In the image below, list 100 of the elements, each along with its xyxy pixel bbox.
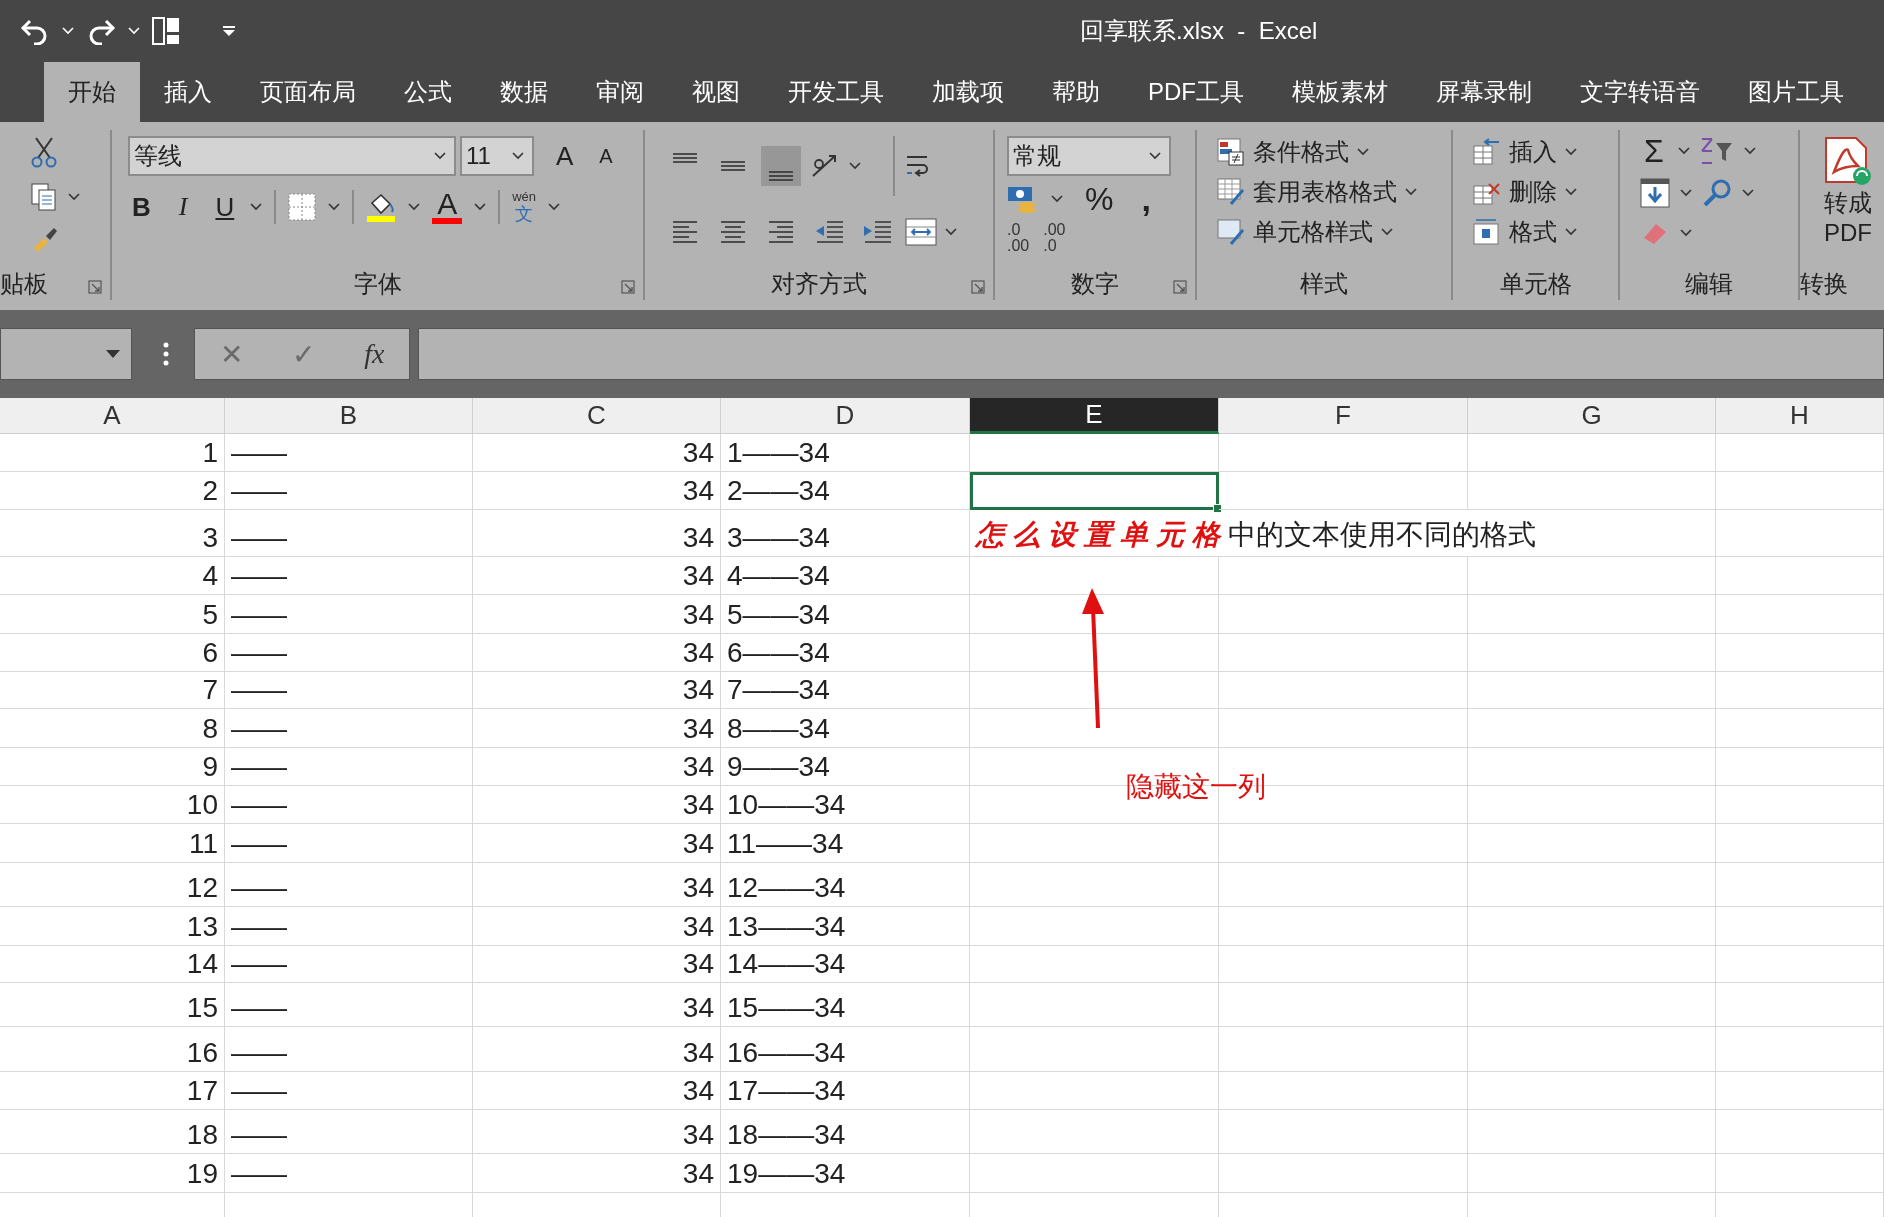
caret-icon[interactable] [1405, 188, 1417, 196]
group-label: 编辑 [1685, 269, 1733, 299]
caret-icon[interactable] [1677, 147, 1690, 155]
caret-icon[interactable] [1565, 188, 1577, 196]
table-cell: —— [225, 1027, 473, 1072]
bold-button[interactable]: B [128, 192, 155, 222]
column-header[interactable]: B [225, 398, 473, 434]
decrease-decimal-button[interactable]: .00 .0 [1043, 222, 1066, 254]
dialog-launcher-icon[interactable] [971, 280, 985, 294]
ribbon-tab[interactable]: 文字转语音 [1556, 62, 1724, 122]
ribbon-tab[interactable]: 公式 [380, 62, 476, 122]
convert-to-pdf-button[interactable]: 转成 PDF [1824, 188, 1884, 248]
dialog-launcher-icon[interactable] [1173, 280, 1187, 294]
ribbon-tab[interactable]: 开始 [44, 62, 140, 122]
caret-icon[interactable] [434, 152, 446, 160]
ribbon-tab[interactable]: 插入 [140, 62, 236, 122]
column-header[interactable]: D [721, 398, 970, 434]
ribbon-tab[interactable]: 屏幕录制 [1412, 62, 1556, 122]
caret-icon[interactable] [548, 203, 561, 211]
caret-icon[interactable] [1742, 189, 1754, 197]
caret-icon[interactable] [512, 152, 524, 160]
comma-style-button[interactable]: , [1137, 184, 1155, 214]
annotation-text: 隐藏这一列 [1126, 770, 1266, 804]
caret-icon[interactable] [1565, 228, 1577, 236]
customize-icon[interactable] [222, 25, 236, 37]
dialog-launcher-icon[interactable] [88, 280, 102, 294]
name-box[interactable] [0, 328, 132, 380]
caret-icon[interactable] [68, 193, 80, 201]
cells-menu-button[interactable]: 删除 [1473, 176, 1608, 208]
column-header[interactable]: F [1219, 398, 1468, 434]
style-menu-button[interactable]: 单元格样式 [1217, 216, 1441, 248]
font-color-button[interactable]: A [432, 190, 463, 224]
ribbon-tab[interactable]: PDF工具 [1124, 62, 1268, 122]
ribbon-tab[interactable]: 审阅 [572, 62, 668, 122]
ribbon-tab[interactable]: 模板素材 [1268, 62, 1412, 122]
caret-icon[interactable] [945, 228, 957, 236]
more-options-icon[interactable] [162, 342, 170, 366]
table-cell: 17——34 [721, 1072, 970, 1110]
column-header[interactable]: G [1468, 398, 1716, 434]
caret-icon[interactable] [105, 349, 121, 359]
dialog-launcher-icon[interactable] [621, 280, 635, 294]
currency-icon[interactable] [1007, 185, 1039, 213]
table-format-icon [1217, 178, 1245, 206]
caret-icon[interactable] [1357, 148, 1369, 156]
table-cell: —— [225, 863, 473, 907]
ribbon-tab[interactable]: 图片工具 [1724, 62, 1868, 122]
style-menu-button[interactable]: 条件格式 [1217, 136, 1441, 168]
layout-icon[interactable] [152, 17, 180, 45]
column-header[interactable]: A [0, 398, 225, 434]
italic-button[interactable]: I [174, 192, 192, 222]
caret-icon[interactable] [1680, 229, 1692, 237]
borders-icon[interactable] [288, 193, 317, 221]
column-header[interactable]: H [1716, 398, 1884, 434]
caret-icon[interactable] [1149, 152, 1161, 160]
caret-icon[interactable] [408, 203, 421, 211]
increase-decimal-button[interactable]: .0 .00 [1007, 222, 1030, 254]
align-bottom-icon[interactable] [761, 146, 801, 186]
table-cell: 34 [473, 1027, 721, 1072]
caret-icon[interactable] [1051, 195, 1063, 203]
percent-style-button[interactable]: % [1081, 184, 1118, 214]
cells-menu-button[interactable]: 格式 [1473, 216, 1608, 248]
caret-icon[interactable] [1743, 147, 1756, 155]
cells-menu-button[interactable]: 插入 [1473, 136, 1608, 168]
pdf-document-icon[interactable] [1824, 136, 1872, 186]
merge-center-icon[interactable] [905, 218, 937, 246]
style-menu-button[interactable]: 套用表格格式 [1217, 176, 1441, 208]
ribbon-tab[interactable]: 页面布局 [236, 62, 380, 122]
font-size-field[interactable]: 11 [460, 136, 534, 176]
ribbon-tab[interactable]: 帮助 [1028, 62, 1124, 122]
fill-down-icon[interactable] [1640, 178, 1670, 208]
search-icon[interactable] [1702, 178, 1732, 208]
caret-icon[interactable] [1381, 228, 1393, 236]
number-format-field[interactable]: 常规 [1007, 136, 1171, 176]
ribbon-tab[interactable]: 开发工具 [764, 62, 908, 122]
sort-filter-icon[interactable] [1699, 137, 1734, 165]
active-cell[interactable] [970, 472, 1219, 510]
table-cell: 34 [473, 983, 721, 1027]
caret-icon[interactable] [1565, 148, 1577, 156]
autosum-button[interactable]: Σ [1640, 136, 1668, 166]
table-cell: 34 [473, 1072, 721, 1110]
font-name-field[interactable]: 等线 [128, 136, 456, 176]
caret-icon[interactable] [1680, 189, 1692, 197]
ribbon-tab[interactable]: 加载项 [908, 62, 1028, 122]
copy-icon[interactable] [30, 182, 58, 212]
caret-icon[interactable] [474, 203, 487, 211]
fill-color-icon[interactable] [366, 191, 397, 223]
caret-icon[interactable] [250, 203, 263, 211]
ribbon-tab[interactable]: 数据 [476, 62, 572, 122]
column-header[interactable]: C [473, 398, 721, 434]
decrease-font-size-button[interactable]: A [595, 141, 617, 171]
increase-font-size-button[interactable]: A [552, 141, 578, 171]
scissors-icon[interactable] [30, 136, 58, 168]
phonetic-guide-button[interactable]: wén 文 [512, 190, 537, 224]
caret-icon[interactable] [328, 203, 341, 211]
underline-button[interactable]: U [211, 192, 239, 222]
caret-icon[interactable] [849, 162, 861, 170]
column-header[interactable]: E [970, 398, 1219, 434]
ribbon-tab[interactable]: 视图 [668, 62, 764, 122]
insert-function-button[interactable]: fx [364, 338, 385, 370]
formula-input[interactable] [418, 328, 1884, 380]
